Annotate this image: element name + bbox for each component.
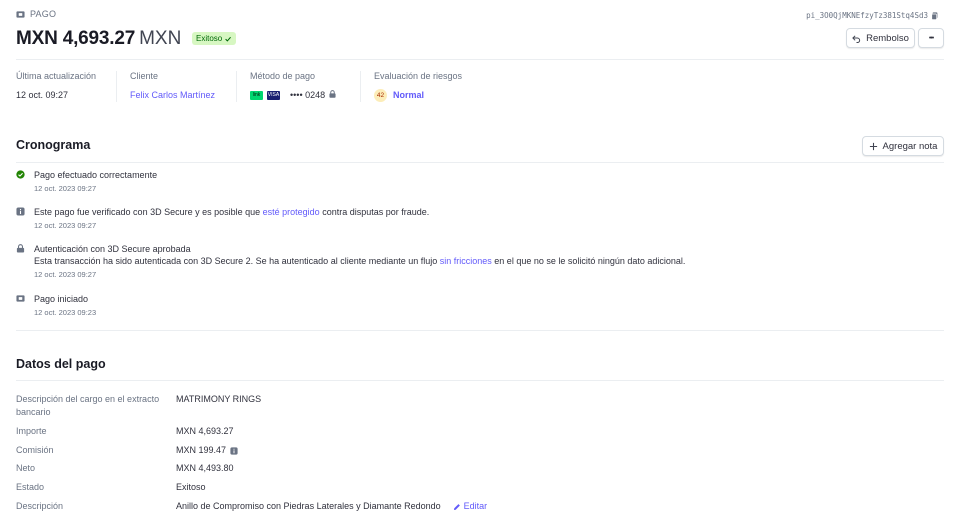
timeline-event: Autenticación con 3D Secure aprobada Est… (16, 243, 685, 280)
divider (16, 380, 944, 381)
timeline-event: Pago iniciado 12 oct. 2023 09:23 (16, 293, 96, 318)
status-badge: Exitoso (192, 32, 237, 45)
detail-label: Descripción (16, 501, 64, 511)
detail-value: Exitoso (176, 482, 206, 492)
detail-label: Descripción del cargo en el extracto ban… (16, 394, 160, 417)
visa-card-icon: VISA (267, 90, 280, 100)
divider (16, 162, 944, 163)
amount-currency: MXN (139, 28, 182, 49)
divider (236, 71, 237, 102)
summary-customer: Cliente Felix Carlos Martínez (130, 71, 216, 101)
section-label: PAGO (30, 9, 57, 19)
link-card-icon: link (250, 90, 263, 100)
detail-label: Importe (16, 426, 47, 436)
timeline-event: Pago efectuado correctamente 12 oct. 202… (16, 169, 157, 194)
info-icon[interactable] (230, 446, 238, 455)
lock-icon (329, 90, 336, 100)
divider (360, 71, 361, 102)
customer-link[interactable]: Felix Carlos Martínez (130, 89, 215, 101)
detail-value: MXN 4,693.27 (176, 426, 234, 436)
undo-arrow-icon (852, 34, 861, 43)
details-title: Datos del pago (16, 357, 106, 371)
add-note-button[interactable]: Agregar nota (862, 136, 944, 156)
divider (16, 59, 944, 60)
detail-value-fee: MXN 199.47 (176, 444, 238, 457)
divider (16, 330, 944, 331)
detail-label: Neto (16, 463, 36, 473)
pencil-icon (453, 503, 460, 510)
divider (116, 71, 117, 102)
check-circle-icon (16, 170, 25, 179)
more-actions-button[interactable]: ••• (918, 28, 944, 48)
card-last4: •••• 0248 (290, 90, 326, 100)
detail-label: Comisión (16, 445, 54, 455)
payment-id[interactable]: pi_3O0QjMKNEfzyTz381Stq4Sd3 (806, 11, 939, 20)
edit-description-button[interactable]: Editar (453, 500, 487, 513)
breadcrumb: PAGO (16, 9, 56, 19)
detail-value-description: Anillo de Compromiso con Piedras Lateral… (176, 500, 488, 513)
info-icon (16, 207, 25, 216)
check-icon (225, 36, 232, 42)
summary-last-update: Última actualización 12 oct. 09:27 (16, 71, 97, 100)
payment-icon (16, 10, 25, 18)
summary-payment-method: Método de pago link VISA •••• 0248 (250, 71, 336, 101)
lock-icon (16, 244, 25, 253)
protected-link[interactable]: esté protegido (263, 207, 320, 217)
more-icon: ••• (928, 34, 934, 42)
copy-icon[interactable] (931, 11, 939, 20)
refund-button[interactable]: Rembolso (846, 28, 915, 48)
timeline-title: Cronograma (16, 138, 91, 152)
summary-risk: Evaluación de riesgos 42 Normal (374, 71, 463, 102)
frictionless-link[interactable]: sin fricciones (440, 256, 492, 266)
detail-value: MXN 4,493.80 (176, 463, 234, 473)
payment-icon (16, 294, 25, 303)
risk-score-badge: 42 (374, 88, 387, 102)
payment-amount: MXN 4,693.27 MXN (16, 28, 181, 50)
detail-label: Estado (16, 482, 45, 492)
detail-value: MATRIMONY RINGS (176, 394, 262, 404)
amount-value: MXN 4,693.27 (16, 28, 136, 49)
timeline-event: Este pago fue verificado con 3D Secure y… (16, 206, 429, 231)
plus-icon (869, 142, 877, 150)
risk-link[interactable]: Normal (393, 90, 424, 100)
